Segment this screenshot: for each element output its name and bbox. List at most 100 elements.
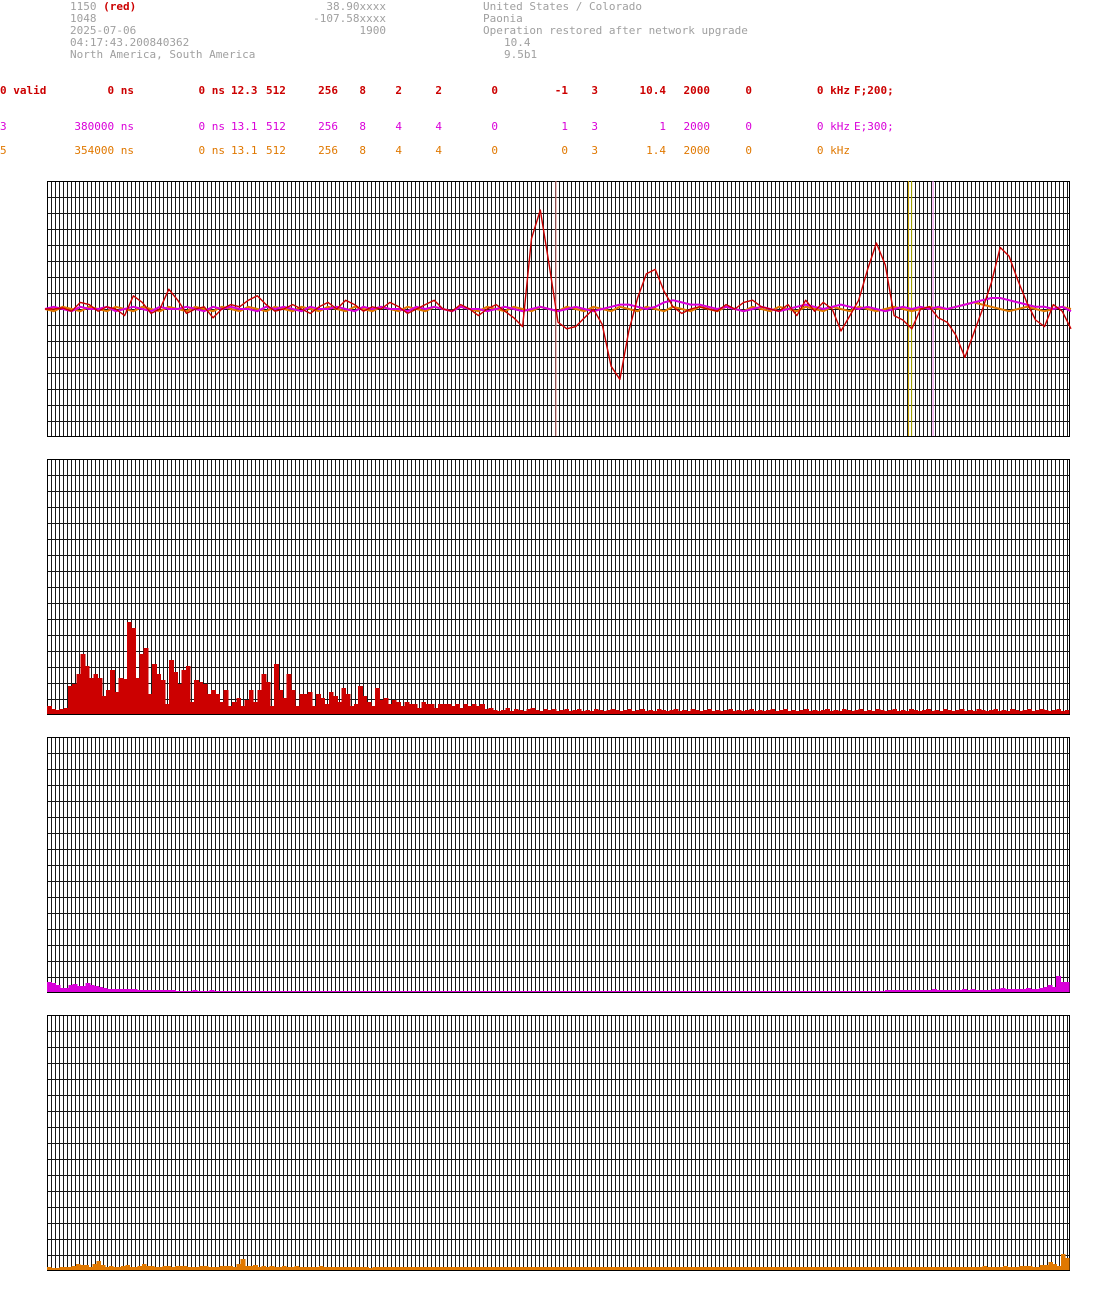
bar-0: [47, 706, 52, 714]
bar-32: [178, 1266, 184, 1270]
bar-55: [282, 991, 288, 992]
bar-205: [891, 1267, 897, 1270]
bar-169: [743, 1267, 749, 1270]
bar-108: [501, 710, 507, 714]
row2-cell13: 2000: [683, 144, 711, 157]
bar-20: [131, 628, 136, 714]
bar-98: [450, 1267, 456, 1270]
row2-cell7: 4: [395, 144, 402, 157]
bar-20: [132, 989, 138, 992]
bar-52: [261, 1266, 267, 1270]
bar-230: [1030, 989, 1036, 992]
row1-cell15: 0 kHz: [816, 120, 850, 133]
bar-111: [521, 991, 527, 992]
bar-12: [97, 678, 103, 714]
bar-189: [855, 991, 861, 992]
bar-0: [47, 982, 52, 992]
bar-147: [675, 991, 681, 992]
row1-cell7: 4: [395, 120, 402, 133]
bar-184: [805, 1267, 810, 1270]
bar-151: [682, 710, 687, 714]
bar-34: [187, 1267, 192, 1270]
bar-237: [1060, 982, 1066, 992]
bar-233: [1043, 987, 1049, 992]
row0-cell4: 512: [266, 84, 286, 97]
bar-18: [122, 679, 128, 714]
bar-222: [961, 1267, 967, 1270]
bar-112: [518, 710, 523, 714]
row2-cell9: 0: [491, 144, 498, 157]
bar-70: [335, 1267, 341, 1270]
bar-46: [240, 706, 246, 714]
bar-222: [980, 710, 986, 714]
bar-238: [1064, 982, 1070, 992]
bar-60: [294, 1266, 299, 1270]
bar-236: [1056, 976, 1062, 992]
bar-65: [314, 1267, 320, 1270]
bar-240: [1056, 709, 1062, 714]
waveform-panel: [44, 181, 1072, 437]
bar-79: [379, 700, 385, 714]
bar-155: [709, 991, 715, 992]
bar-24: [149, 990, 155, 992]
bar-95: [446, 704, 452, 714]
bar-4: [63, 708, 69, 714]
bar-153: [690, 709, 696, 714]
bar-143: [636, 1267, 642, 1270]
bar-143: [658, 991, 664, 992]
bar-177: [776, 1267, 782, 1270]
bar-146: [661, 710, 666, 714]
bar-203: [883, 1267, 889, 1270]
bar-52: [265, 682, 271, 714]
bar-11: [94, 986, 99, 992]
grid: [47, 737, 1070, 993]
bar-159: [726, 991, 732, 992]
bar-227: [1001, 710, 1007, 714]
bar-239: [1052, 710, 1057, 714]
bar-206: [913, 710, 919, 714]
bar-106: [483, 1267, 489, 1270]
bar-100: [474, 991, 480, 992]
bar-218: [979, 990, 985, 992]
bar-15: [108, 1266, 114, 1270]
bar-111: [513, 709, 519, 714]
bar-71: [345, 694, 351, 714]
bar-72: [343, 1267, 349, 1270]
bar-42: [223, 690, 229, 714]
bar-237: [1043, 710, 1049, 714]
bar-206: [927, 990, 933, 992]
bar-213: [942, 709, 948, 714]
bar-137: [611, 1267, 617, 1270]
row2-cell6: 8: [359, 144, 366, 157]
bar-165: [752, 991, 758, 992]
bar-87: [405, 1267, 411, 1270]
bar-229: [990, 1267, 996, 1270]
bar-26: [154, 1267, 159, 1270]
bar-139: [631, 711, 637, 714]
bar-123: [572, 991, 578, 992]
bar-174: [778, 710, 784, 714]
bar-214: [947, 710, 952, 714]
row1-cell14: 0: [745, 120, 752, 133]
bar-166: [731, 1267, 736, 1270]
bar-193: [872, 991, 878, 992]
bar-151: [692, 991, 698, 992]
bar-200: [888, 710, 893, 714]
bar-53: [265, 1267, 271, 1270]
bar-112: [508, 1267, 514, 1270]
bar-244: [1052, 1264, 1058, 1270]
bar-128: [574, 1267, 580, 1270]
row0-cell7: 2: [395, 84, 402, 97]
bar-5: [68, 985, 74, 992]
bar-119: [547, 710, 553, 714]
bar-195: [850, 1267, 856, 1270]
bar-13: [102, 988, 108, 992]
bar-223: [984, 711, 990, 714]
row0-cell9: 0: [491, 84, 498, 97]
bar-107: [497, 711, 502, 714]
bar-197: [858, 1267, 864, 1270]
row1-cell0: 3: [0, 120, 7, 133]
bar-128: [585, 710, 591, 714]
bar-219: [983, 990, 989, 992]
bar-239: [1031, 1267, 1037, 1270]
